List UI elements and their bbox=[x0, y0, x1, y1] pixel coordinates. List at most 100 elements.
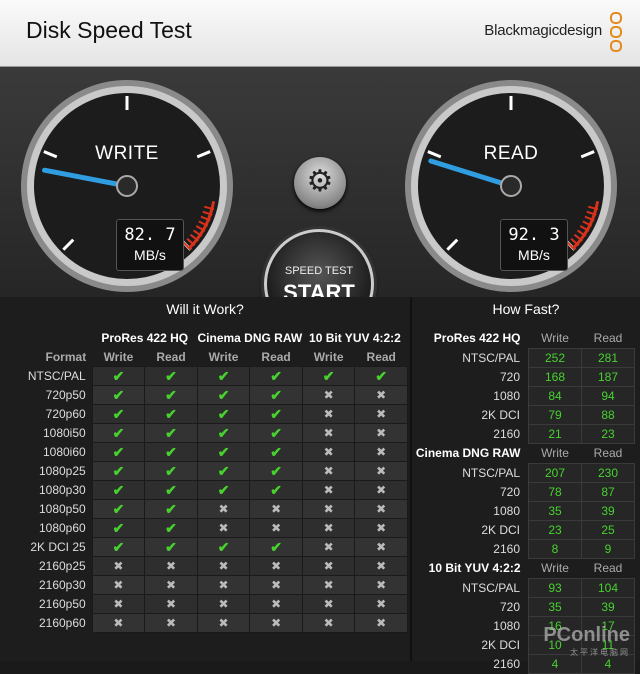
settings-button[interactable]: ⚙ bbox=[294, 157, 346, 209]
status-cell: ✖ bbox=[301, 385, 356, 405]
fps-write-value: 93 bbox=[528, 577, 582, 598]
status-cell: ✖ bbox=[354, 461, 408, 481]
status-cell: ✖ bbox=[249, 556, 303, 576]
fps-write-value: 84 bbox=[528, 385, 582, 406]
speed-format-label: NTSC/PAL bbox=[462, 465, 520, 480]
status-cell: ✖ bbox=[301, 442, 356, 462]
read-value: 92. 3 bbox=[508, 225, 560, 245]
status-cell: ✔ bbox=[196, 461, 251, 481]
format-header: Format bbox=[45, 349, 87, 364]
checkmark-icon: ✔ bbox=[217, 405, 230, 422]
status-cell: ✔ bbox=[249, 461, 303, 481]
checkmark-icon: ✔ bbox=[217, 538, 230, 555]
checkmark-icon: ✔ bbox=[112, 500, 125, 517]
status-cell: ✔ bbox=[144, 366, 198, 386]
cross-icon: ✖ bbox=[165, 597, 177, 611]
fps-write-value: 35 bbox=[528, 500, 582, 521]
panel-divider bbox=[410, 297, 412, 661]
status-cell: ✖ bbox=[91, 575, 146, 595]
cross-icon: ✖ bbox=[271, 597, 282, 611]
status-cell: ✔ bbox=[91, 442, 146, 462]
speed-format-label: 2K DCI bbox=[481, 407, 520, 422]
fps-read-value: 187 bbox=[581, 366, 635, 387]
cross-icon: ✖ bbox=[218, 597, 229, 611]
fps-write-value: 23 bbox=[528, 519, 582, 540]
gauge-hub bbox=[500, 175, 522, 197]
cross-icon: ✖ bbox=[165, 578, 177, 592]
format-label: 1080i50 bbox=[42, 426, 86, 440]
status-cell: ✔ bbox=[144, 499, 198, 519]
speed-column-header: Read bbox=[593, 446, 623, 460]
status-cell: ✖ bbox=[301, 537, 356, 557]
cross-icon: ✖ bbox=[323, 464, 334, 478]
brand-logo-icon bbox=[610, 12, 624, 52]
cross-icon: ✖ bbox=[323, 616, 334, 630]
checkmark-icon: ✔ bbox=[270, 462, 282, 479]
status-cell: ✖ bbox=[144, 556, 198, 576]
speed-format-label: 2160 bbox=[493, 656, 520, 671]
status-cell: ✖ bbox=[196, 499, 251, 519]
table-row: NTSC/PAL ✔ ✔ ✔ ✔ ✔ ✔ bbox=[12, 366, 408, 386]
cross-icon: ✖ bbox=[113, 578, 124, 592]
cross-icon: ✖ bbox=[271, 502, 282, 516]
watermark: PConline 太平洋电脑网 bbox=[543, 624, 630, 658]
cross-icon: ✖ bbox=[376, 407, 387, 421]
fps-write-value: 252 bbox=[528, 347, 582, 368]
format-label: 1080p30 bbox=[38, 483, 86, 497]
checkmark-icon: ✔ bbox=[112, 538, 125, 555]
table-row: 2160p50 ✖ ✖ ✖ ✖ ✖ ✖ bbox=[12, 594, 408, 614]
format-label: 2160p50 bbox=[38, 597, 86, 611]
checkmark-icon: ✔ bbox=[112, 367, 125, 384]
fps-write-value: 8 bbox=[528, 538, 582, 559]
status-cell: ✔ bbox=[91, 537, 146, 557]
status-cell: ✖ bbox=[249, 613, 303, 633]
status-cell: ✔ bbox=[249, 442, 303, 462]
status-cell: ✔ bbox=[144, 442, 198, 462]
checkmark-icon: ✔ bbox=[165, 462, 177, 479]
checkmark-icon: ✔ bbox=[165, 367, 177, 384]
cross-icon: ✖ bbox=[323, 559, 334, 573]
fps-write-value: 79 bbox=[528, 404, 582, 425]
checkmark-icon: ✔ bbox=[165, 424, 177, 441]
write-gauge: WRITE 82. 7 MB/s bbox=[18, 77, 236, 295]
status-cell: ✔ bbox=[91, 366, 146, 386]
table-row: NTSC/PAL 93 104 bbox=[414, 577, 635, 598]
speed-format-label: NTSC/PAL bbox=[462, 580, 520, 595]
status-cell: ✖ bbox=[354, 442, 408, 462]
status-cell: ✖ bbox=[301, 556, 356, 576]
status-cell: ✖ bbox=[196, 556, 251, 576]
column-header: Write bbox=[208, 349, 239, 364]
read-gauge: READ 92. 3 MB/s bbox=[402, 77, 620, 295]
status-cell: ✔ bbox=[91, 404, 146, 424]
table-row: 2160p25 ✖ ✖ ✖ ✖ ✖ ✖ bbox=[12, 556, 408, 576]
checkmark-icon: ✔ bbox=[217, 367, 230, 384]
speed-format-label: 2160 bbox=[493, 541, 520, 556]
status-cell: ✖ bbox=[196, 575, 251, 595]
app-title: Disk Speed Test bbox=[26, 17, 192, 43]
start-button-caption: SPEED TEST bbox=[284, 265, 354, 277]
status-cell: ✖ bbox=[354, 423, 408, 443]
checkmark-icon: ✔ bbox=[165, 519, 177, 536]
table-row: 1080 35 39 bbox=[414, 500, 635, 521]
gear-icon: ⚙ bbox=[306, 165, 334, 198]
speed-group-header: ProRes 422 HQ bbox=[433, 331, 521, 345]
checkmark-icon: ✔ bbox=[217, 443, 230, 460]
status-cell: ✔ bbox=[144, 404, 198, 424]
fps-read-value: 88 bbox=[581, 404, 635, 425]
checkmark-icon: ✔ bbox=[270, 443, 282, 460]
cross-icon: ✖ bbox=[323, 483, 334, 497]
status-cell: ✖ bbox=[301, 404, 356, 424]
status-cell: ✖ bbox=[354, 385, 408, 405]
cross-icon: ✖ bbox=[323, 388, 334, 402]
checkmark-icon: ✔ bbox=[112, 462, 125, 479]
checkmark-icon: ✔ bbox=[270, 424, 282, 441]
status-cell: ✖ bbox=[144, 594, 198, 614]
status-cell: ✖ bbox=[249, 518, 303, 538]
checkmark-icon: ✔ bbox=[112, 519, 125, 536]
status-cell: ✖ bbox=[301, 575, 356, 595]
checkmark-icon: ✔ bbox=[112, 424, 125, 441]
speed-format-label: 720 bbox=[499, 599, 520, 614]
cross-icon: ✖ bbox=[323, 445, 334, 459]
format-label: 2160p25 bbox=[38, 559, 86, 573]
read-unit: MB/s bbox=[518, 247, 550, 263]
